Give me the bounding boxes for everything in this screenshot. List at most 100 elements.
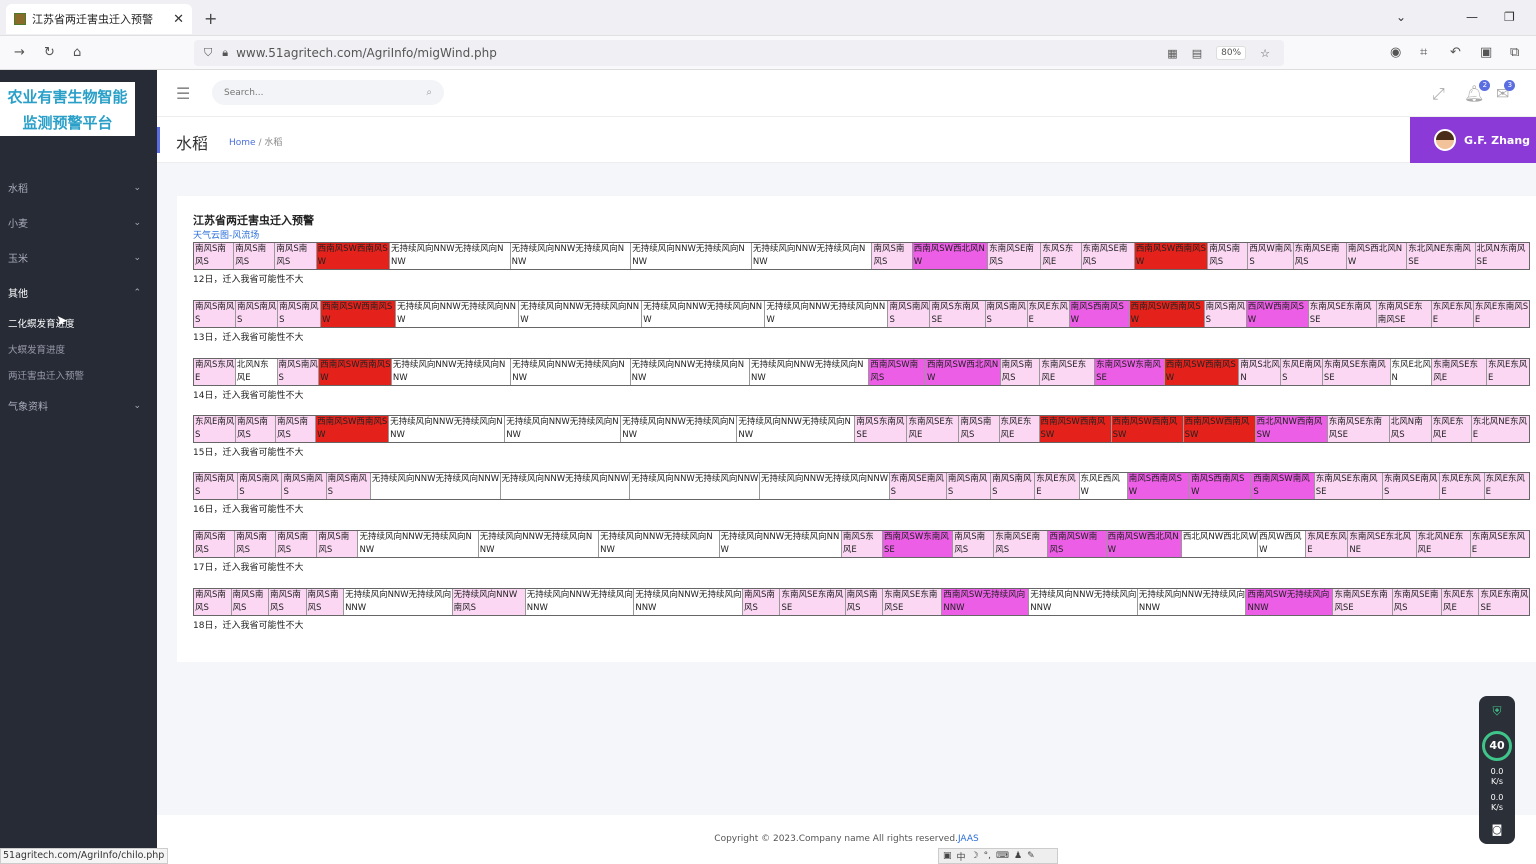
bookmark-star-icon[interactable]: ☆ — [1260, 47, 1270, 60]
wind-cell: 西风W南风S — [1248, 243, 1294, 269]
search-box[interactable]: ⌕ — [212, 80, 444, 105]
lock-icon[interactable]: 🔒︎ — [222, 46, 228, 60]
wind-cell: 西南风SW西北风NW — [926, 359, 1001, 385]
wind-cell: 西北风NW西北风W — [1181, 531, 1259, 557]
wind-cell: 南风S南风S — [845, 589, 884, 615]
tab-list-chevron-icon[interactable]: ⌄ — [1396, 10, 1406, 24]
reload-icon[interactable]: ↻ — [44, 45, 55, 60]
wind-cell: 东南风SW东南风SE — [1095, 359, 1165, 385]
wind-cell: 东南风SE南风S — [1383, 473, 1441, 499]
wind-cell: 东南风SE东南风SE — [780, 589, 846, 615]
ime-moon-icon[interactable]: ☽ — [971, 851, 979, 861]
breadcrumb-home-link[interactable]: Home — [229, 138, 256, 148]
camera-icon[interactable]: ◙ — [1479, 823, 1515, 836]
mail-icon[interactable]: ✉ 3 — [1496, 80, 1516, 103]
search-input[interactable] — [224, 87, 427, 98]
platform-logo[interactable]: 农业有害生物智能 监测预警平台 — [0, 82, 135, 136]
memory-usage-gauge: 40 — [1482, 731, 1512, 761]
account-icon[interactable]: ◉ — [1390, 45, 1401, 60]
ime-user-icon[interactable]: ♟ — [1014, 851, 1022, 861]
wind-cell: 无持续风向NNW无持续风向NNW — [642, 301, 766, 327]
wind-cell: 西南风SW南风S — [1048, 531, 1107, 557]
ime-toolbar[interactable]: ▣ 中 ☽ °, ⌨ ♟ ✎ — [938, 848, 1058, 864]
wind-cell: 无持续风向NNW无持续风向NNW — [505, 416, 622, 442]
wind-cell: 西南风SW西南风SW — [1111, 416, 1184, 442]
ime-mode-icon[interactable]: ▣ — [943, 851, 952, 861]
avatar — [1434, 129, 1456, 151]
wind-cell: 无持续风向NNW无持续风向NNW — [765, 301, 889, 327]
wind-cell: 南风S南风S — [953, 531, 995, 557]
wind-cell: 无持续风向NNW无持续风向NNW — [510, 243, 632, 269]
close-tab-icon[interactable]: ✕ — [173, 12, 184, 27]
tracking-shield-icon[interactable]: ⛉ — [204, 46, 212, 60]
wind-field-link[interactable]: 天气云图-风流场 — [193, 228, 259, 241]
home-icon[interactable]: ⌂ — [73, 45, 81, 60]
wind-cell: 南风S南风S — [1208, 243, 1249, 269]
sidebar-item-rice[interactable]: 水稻 ⌄ — [0, 170, 157, 205]
undo-icon[interactable]: ↶ — [1450, 45, 1461, 60]
menu-toggle-icon[interactable]: ☰ — [176, 84, 190, 103]
qr-code-icon[interactable]: ▦ — [1167, 47, 1177, 60]
footer-jaas-link[interactable]: JAAS — [958, 834, 979, 844]
migration-warning-card: 江苏省两迁害虫迁入预警 天气云图-风流场 南风S南风S 南风S南风S 南风S南风S 西… — [177, 196, 1536, 662]
ime-chinese-label[interactable]: 中 — [957, 850, 966, 863]
upload-speed-unit: K/s — [1490, 777, 1504, 786]
user-menu[interactable]: G.F. Zhang — [1410, 117, 1536, 163]
wind-cell: 南风S东风E — [841, 531, 883, 557]
wind-row-note: 18日，迁入我省可能性不大 — [193, 621, 304, 631]
extensions-icon[interactable]: ⧉ — [1510, 45, 1519, 60]
wind-cell: 西南风SW西北风NW — [1106, 531, 1182, 557]
zoom-level[interactable]: 80% — [1216, 46, 1247, 60]
wind-cell: 东北风NE东风E — [1416, 531, 1471, 557]
user-name: G.F. Zhang — [1464, 133, 1531, 147]
ime-keyboard-icon[interactable]: ⌨ — [996, 851, 1009, 861]
wind-cell: 东南风SE南风S — [1293, 243, 1347, 269]
save-icon[interactable]: ▣ — [1480, 45, 1492, 60]
wind-cell: 东南风SE东南风SE — [1314, 473, 1384, 499]
address-bar[interactable]: ⛉ 🔒︎ www.51agritech.com/AgriInfo/migWind… — [194, 40, 1284, 66]
sidebar-subitem-chilo[interactable]: 二化螟发育进度 — [0, 310, 157, 336]
wind-cell: 西南风SW西南风SW — [1039, 416, 1112, 442]
tab-title: 江苏省两迁害虫迁入预警 — [32, 13, 153, 26]
fullscreen-icon[interactable]: ⤢ — [1432, 84, 1445, 104]
ime-punct-icon[interactable]: °, — [984, 851, 991, 861]
wind-cell: 无持续风向NNW无持续风向NNW — [370, 473, 501, 499]
wind-cell: 西南风SW西南风SW — [321, 301, 397, 327]
ime-settings-icon[interactable]: ✎ — [1027, 851, 1035, 861]
wind-cell: 南风S西北风NW — [1346, 243, 1408, 269]
sidebar-item-weather[interactable]: 气象资料 ⌄ — [0, 388, 157, 423]
screenshot-crop-icon[interactable]: ⌗ — [1420, 45, 1427, 60]
reader-view-icon[interactable]: ▤ — [1192, 47, 1202, 60]
wind-cell: 西南风SW南风S — [869, 359, 927, 385]
notification-bell-icon[interactable]: 🔔︎ 2 — [1464, 80, 1491, 103]
wind-cell: 南风S南风S — [235, 531, 277, 557]
sidebar-subitem-migration-warning[interactable]: 两迁害虫迁入预警 — [0, 362, 157, 388]
browser-tab[interactable]: 江苏省两迁害虫迁入预警 ✕ — [6, 4, 192, 34]
search-icon[interactable]: ⌕ — [426, 87, 432, 98]
sidebar-subitem-sesamia[interactable]: 大螟发育进度 — [0, 336, 157, 362]
mail-count-badge: 3 — [1504, 80, 1516, 91]
new-tab-button[interactable]: + — [204, 9, 217, 28]
sidebar: 农业有害生物智能 监测预警平台 水稻 ⌄ 小麦 ⌄ 玉米 ⌄ 其他 ⌃ 二化螟发… — [0, 70, 157, 864]
restore-window-icon[interactable]: ❐ — [1504, 10, 1515, 24]
copyright-text: Copyright © 2023.Company name All rights… — [714, 834, 958, 844]
network-speed-widget[interactable]: ⛨ 40 0.0 K/s 0.0 K/s ◙ — [1479, 696, 1515, 844]
minimize-window-icon[interactable]: — — [1466, 10, 1478, 24]
wind-cell: 无持续风向NNW无持续风向NNW — [396, 301, 520, 327]
sidebar-item-corn[interactable]: 玉米 ⌄ — [0, 240, 157, 275]
url-text[interactable]: www.51agritech.com/AgriInfo/migWind.php — [236, 46, 1167, 60]
sidebar-item-wheat[interactable]: 小麦 ⌄ — [0, 205, 157, 240]
forward-arrow-icon[interactable]: → — [14, 45, 25, 60]
wind-row: 东风E南风S 南风S南风S 南风S南风S 西南风SW西南风SW 无持续风向NNW无持续风… — [193, 415, 1530, 443]
wind-row-note: 13日，迁入我省可能性不大 — [193, 333, 304, 343]
wind-cell: 西南风SW西南风SW — [1129, 301, 1205, 327]
download-speed-value: 0.0 — [1490, 793, 1504, 802]
wind-cell: 南风S南风S — [231, 589, 270, 615]
wind-cell: 东风E西风W — [1079, 473, 1128, 499]
sidebar-item-other[interactable]: 其他 ⌃ — [0, 275, 157, 310]
wind-cell: 东南风SE东北风NE — [1348, 531, 1417, 557]
wind-row: 南风S南风S 南风S南风S 南风S南风S 南风S南风S 无持续风向NNW无持续风向NNW… — [193, 472, 1530, 500]
wind-row: 南风S南风S 南风S南风S 南风S南风S 南风S南风S 无持续风向NNW无持续风向NNW… — [193, 588, 1530, 616]
wind-cell: 南风S南风S — [946, 473, 992, 499]
wind-cell: 东南风SE南风S — [1392, 589, 1442, 615]
